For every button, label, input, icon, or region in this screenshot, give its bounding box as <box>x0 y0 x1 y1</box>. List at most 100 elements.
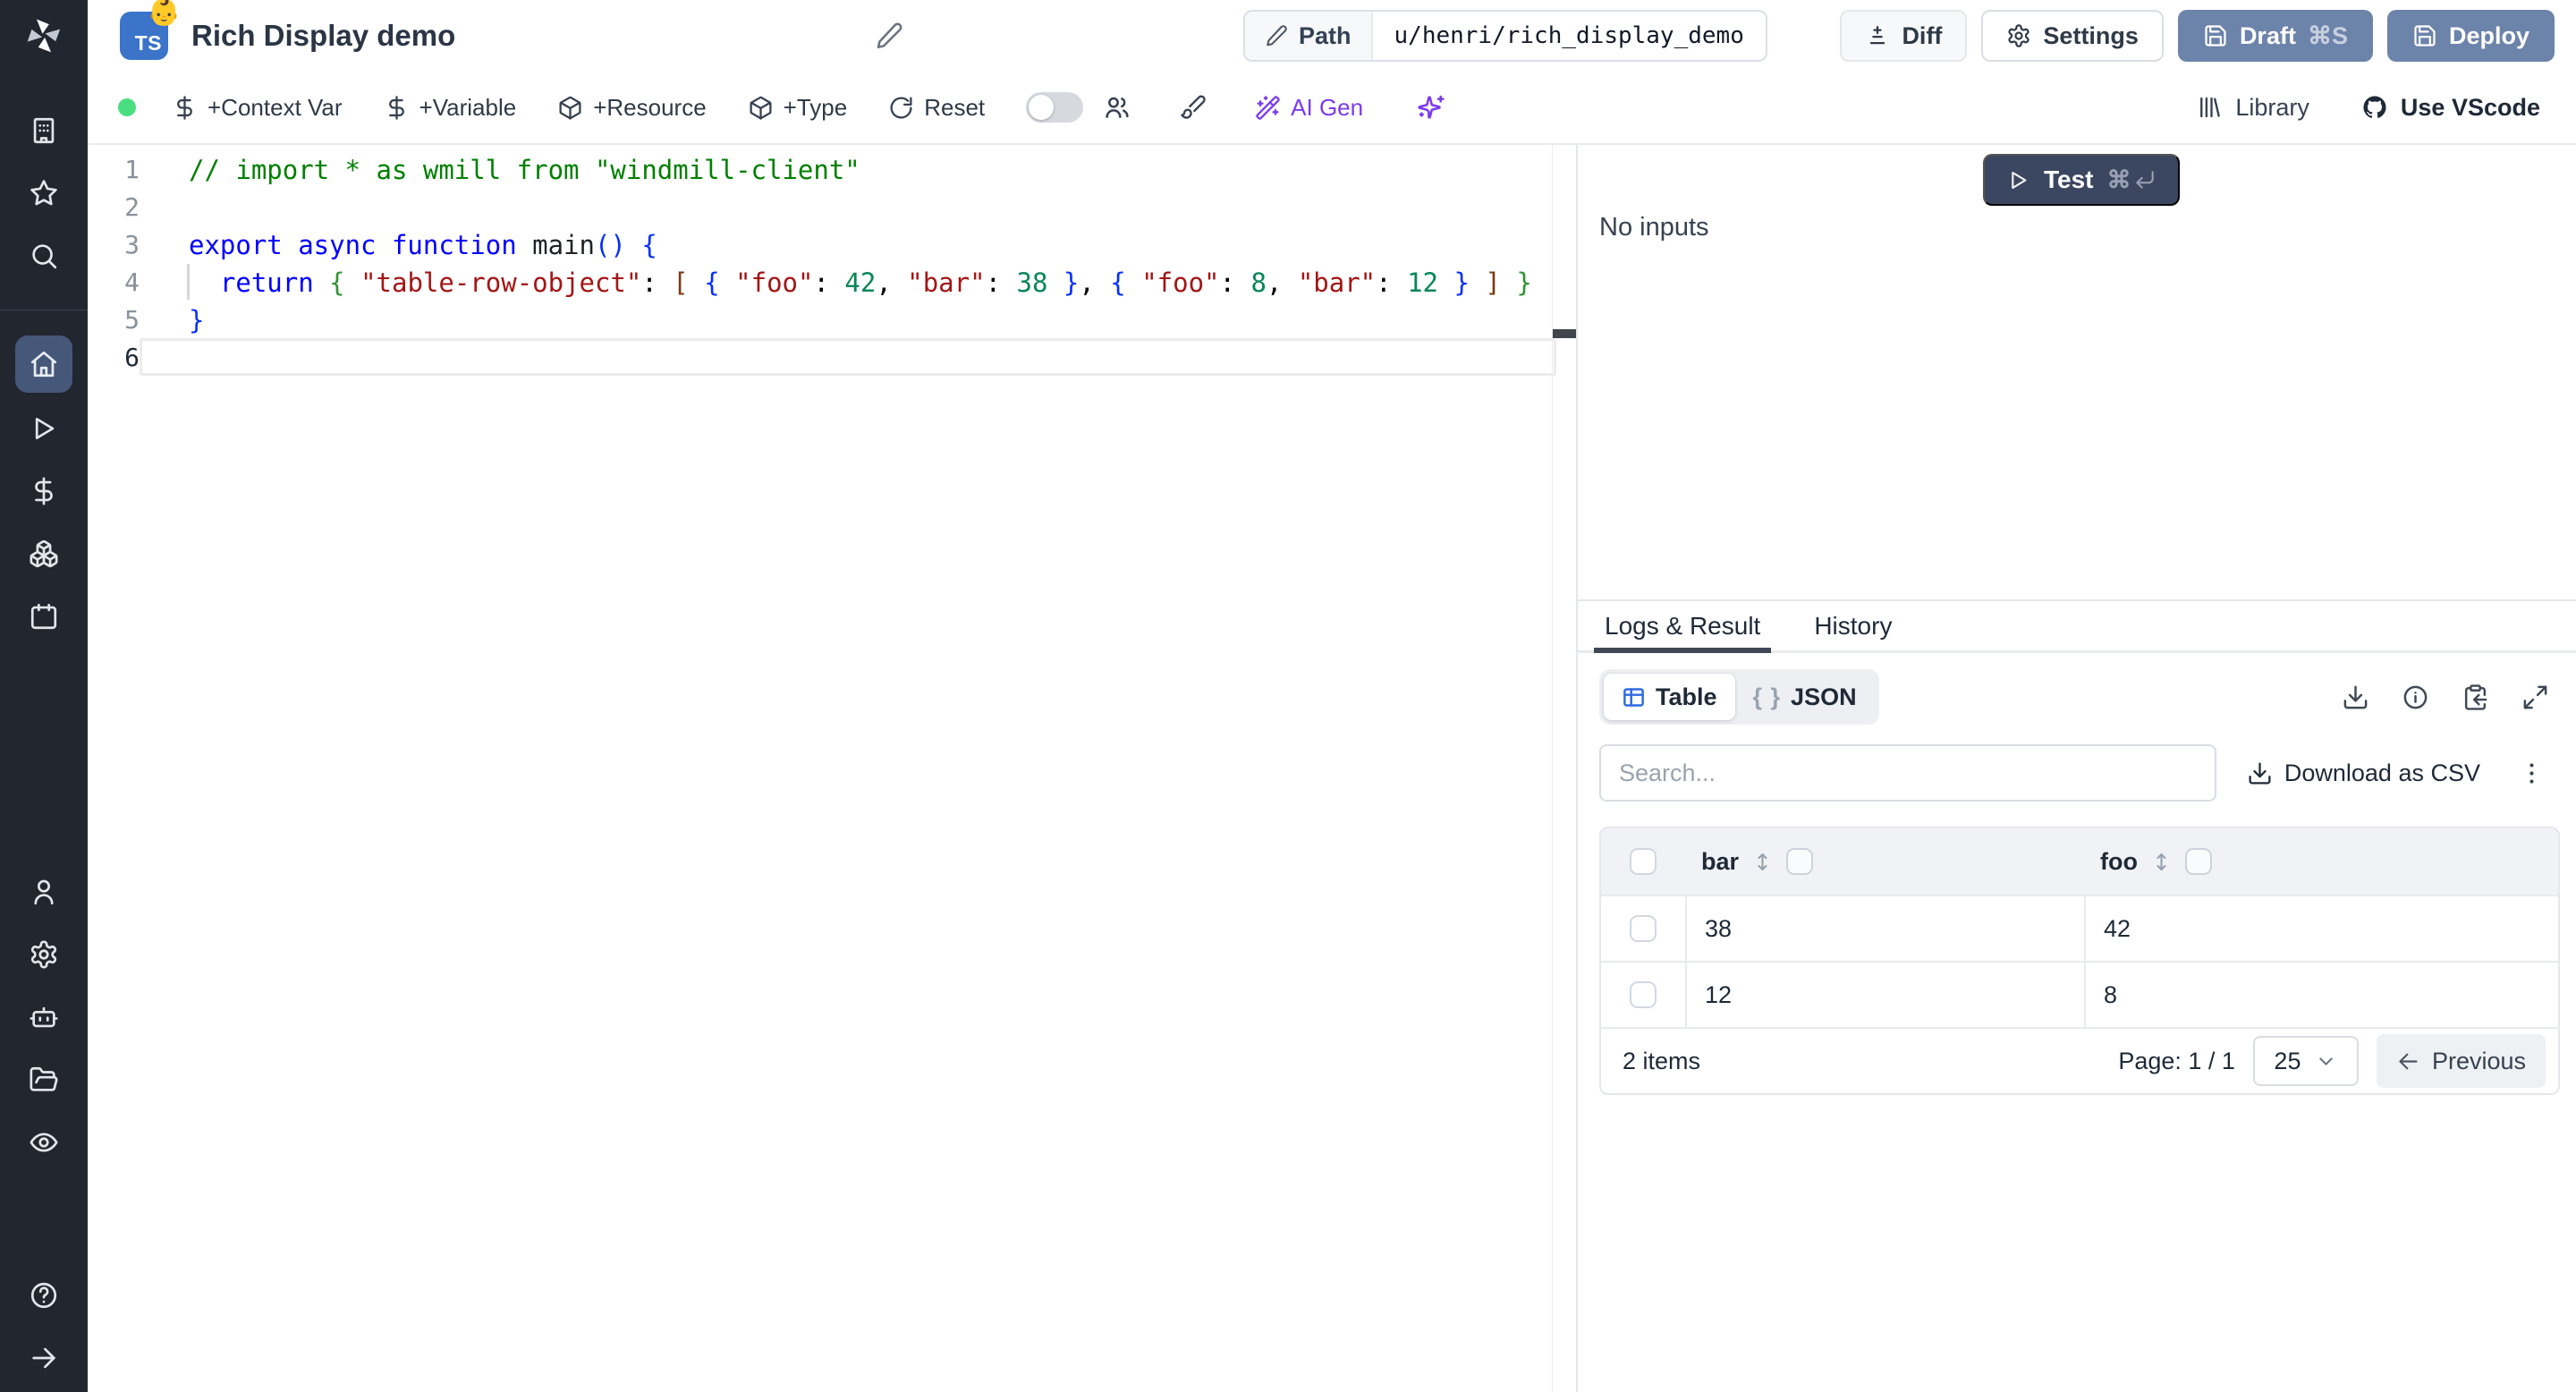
line-number[interactable]: 5 <box>88 301 184 339</box>
previous-page-button[interactable]: Previous <box>2376 1034 2546 1088</box>
column-header-bar[interactable]: bar <box>1685 848 2084 876</box>
use-vscode-button[interactable]: Use VScode <box>2361 94 2540 122</box>
search-icon[interactable] <box>28 240 60 272</box>
line-number[interactable]: 3 <box>88 226 184 264</box>
result-controls-row: Table { } JSON <box>1599 669 2555 725</box>
code-editor[interactable]: 123456 // import * as wmill from "windmi… <box>88 145 1576 1392</box>
multiplayer-toggle[interactable] <box>1026 92 1084 123</box>
sidebar <box>0 0 88 1392</box>
sidebar-item-schedules[interactable] <box>28 600 60 632</box>
sidebar-item-settings[interactable] <box>28 938 60 971</box>
arrow-left-icon <box>2396 1049 2420 1074</box>
add-context-var-button[interactable]: +Context Var <box>172 94 343 122</box>
code-lines[interactable]: // import * as wmill from "windmill-clie… <box>189 151 1549 377</box>
code-line[interactable] <box>189 339 1549 377</box>
code-line[interactable]: export async function main() { <box>189 226 1549 264</box>
table-header-row: bar foo <box>1601 828 2558 895</box>
toggle-knob <box>1029 95 1055 120</box>
sidebar-admin-group <box>28 876 60 1189</box>
edit-summary-pencil-icon[interactable] <box>875 21 903 50</box>
sidebar-bottom-group <box>28 1279 60 1392</box>
baby-emoji-badge: 👶 <box>147 0 181 27</box>
sort-icon[interactable] <box>1750 850 1775 874</box>
line-number[interactable]: 6 <box>88 339 184 377</box>
ai-gen-button[interactable]: AI Gen <box>1255 94 1363 122</box>
test-button[interactable]: Test ⌘ <box>1983 154 2180 206</box>
add-variable-button[interactable]: +Variable <box>384 94 516 122</box>
tab-logs-result[interactable]: Logs & Result <box>1593 601 1772 653</box>
sidebar-item-audit-logs[interactable] <box>28 1126 60 1159</box>
tab-history[interactable]: History <box>1807 601 1899 650</box>
topbar: TS 👶 Rich Display demo Path u/henri/rich… <box>88 0 2576 72</box>
overview-ruler-cursor-mark <box>1553 329 1576 338</box>
column-filter-box[interactable] <box>2184 848 2212 875</box>
save-icon <box>2203 23 2228 48</box>
expand-sidebar-icon[interactable] <box>28 1342 60 1374</box>
info-icon[interactable] <box>2402 683 2429 711</box>
windmill-logo[interactable] <box>0 0 88 72</box>
typescript-badge-label: TS <box>134 31 162 55</box>
line-number[interactable]: 4 <box>88 264 184 301</box>
deploy-button[interactable]: Deploy <box>2386 10 2555 62</box>
download-result-icon[interactable] <box>2342 683 2369 711</box>
pagination-controls: Page: 1 / 1 25 Previous <box>2118 1034 2546 1088</box>
workspace-icon[interactable] <box>28 115 60 147</box>
toolbar-right-group: Library Use VScode <box>2196 94 2540 122</box>
diff-button[interactable]: Diff <box>1840 10 1968 62</box>
search-input[interactable] <box>1599 744 2216 802</box>
result-table: bar foo 38 42 12 8 2 items Page: 1 / 1 2… <box>1599 827 2560 1095</box>
path-label: Path <box>1299 21 1352 49</box>
help-icon[interactable] <box>28 1279 60 1311</box>
code-line[interactable]: // import * as wmill from "windmill-clie… <box>189 151 1549 189</box>
line-number[interactable]: 1 <box>88 151 184 189</box>
favorites-star-icon[interactable] <box>28 177 60 209</box>
sidebar-item-folders[interactable] <box>28 1064 60 1096</box>
table-search-row: Download as CSV <box>1599 744 2555 802</box>
braces-icon: { } <box>1752 683 1782 710</box>
ai-sparkles-icon[interactable] <box>1417 93 1445 122</box>
cell-foo: 42 <box>2084 896 2558 961</box>
sidebar-item-variables[interactable] <box>28 475 60 507</box>
inputs-section: Test ⌘ No inputs <box>1578 145 2576 599</box>
reset-button[interactable]: Reset <box>888 94 985 122</box>
sidebar-item-resources[interactable] <box>28 538 60 570</box>
wand-sparkles-icon <box>1255 95 1281 121</box>
library-button[interactable]: Library <box>2196 94 2309 122</box>
view-toggle-table[interactable]: Table <box>1604 674 1735 720</box>
table-row[interactable]: 38 42 <box>1601 895 2558 961</box>
path-label-segment: Path <box>1245 12 1373 60</box>
path-field[interactable]: Path u/henri/rich_display_demo <box>1243 10 1767 62</box>
format-code-icon[interactable] <box>1180 93 1208 122</box>
table-footer: 2 items Page: 1 / 1 25 Previous <box>1601 1027 2558 1093</box>
download-csv-button[interactable]: Download as CSV <box>2247 760 2480 787</box>
column-header-foo[interactable]: foo <box>2084 848 2558 876</box>
code-line[interactable]: } <box>189 301 1549 339</box>
sort-icon[interactable] <box>2149 850 2174 874</box>
line-number[interactable]: 2 <box>88 189 184 226</box>
row-checkbox[interactable] <box>1630 915 1657 942</box>
multiplayer-users-icon[interactable] <box>1103 93 1131 122</box>
code-line[interactable] <box>189 189 1549 226</box>
table-icon <box>1622 685 1646 709</box>
settings-button[interactable]: Settings <box>1981 10 2164 62</box>
add-type-button[interactable]: +Type <box>748 94 847 122</box>
sidebar-item-workers[interactable] <box>28 1001 60 1033</box>
draft-button[interactable]: Draft ⌘S <box>2177 10 2373 62</box>
connection-status-dot <box>118 98 136 116</box>
sidebar-item-home[interactable] <box>15 335 72 393</box>
code-line[interactable]: return { "table-row-object": [ { "foo": … <box>189 264 1549 301</box>
copy-to-clipboard-icon[interactable] <box>2462 683 2489 711</box>
table-row[interactable]: 12 8 <box>1601 961 2558 1027</box>
editor-gutter[interactable]: 123456 <box>88 151 184 377</box>
row-checkbox[interactable] <box>1630 981 1657 1008</box>
page-size-select[interactable]: 25 <box>2252 1036 2359 1086</box>
add-resource-button[interactable]: +Resource <box>557 94 707 122</box>
select-all-checkbox[interactable] <box>1630 848 1657 875</box>
view-toggle-json[interactable]: { } JSON <box>1735 674 1875 720</box>
column-filter-box[interactable] <box>1786 848 1814 875</box>
sidebar-item-users[interactable] <box>28 876 60 908</box>
table-options-kebab-icon[interactable] <box>2518 760 2546 787</box>
sidebar-item-runs[interactable] <box>28 412 60 445</box>
windmill-script-editor: TS 👶 Rich Display demo Path u/henri/rich… <box>0 0 2576 1392</box>
expand-result-icon[interactable] <box>2521 683 2549 711</box>
